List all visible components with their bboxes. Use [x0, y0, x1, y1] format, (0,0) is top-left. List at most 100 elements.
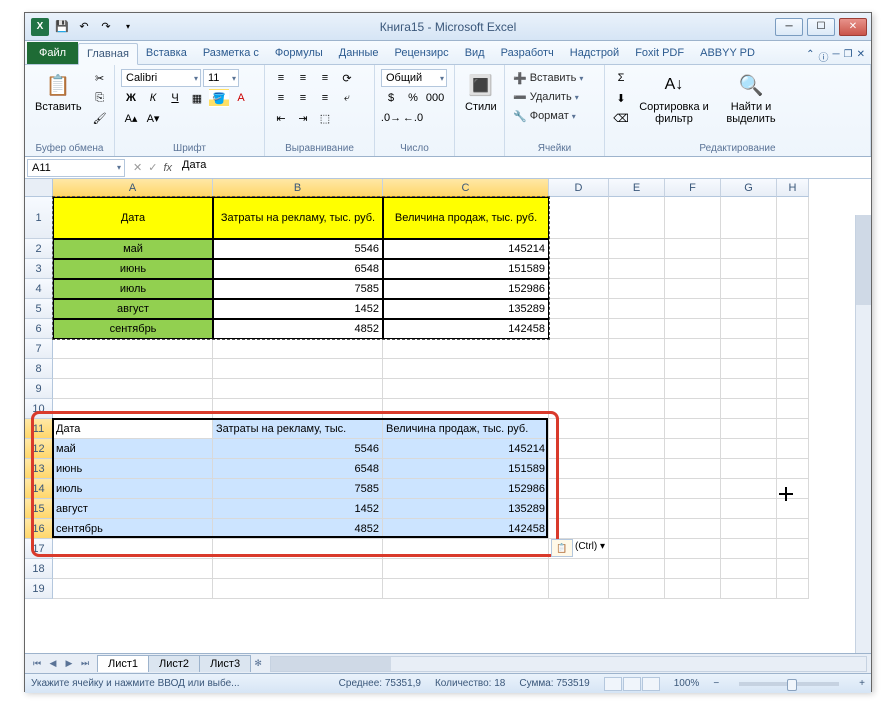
mdi-minimize-icon[interactable]: ─	[833, 49, 840, 64]
cell-G16[interactable]	[721, 519, 777, 539]
cell-B19[interactable]	[213, 579, 383, 599]
cell-E15[interactable]	[609, 499, 665, 519]
cell-B13[interactable]: 6548	[213, 459, 383, 479]
sort-filter-button[interactable]: A↓ Сортировка и фильтр	[635, 69, 713, 127]
tab-abbyy[interactable]: ABBYY PD	[692, 42, 763, 64]
cell-A3[interactable]: июнь	[53, 259, 213, 279]
cell-A6[interactable]: сентябрь	[53, 319, 213, 339]
col-header-D[interactable]: D	[549, 179, 609, 197]
cell-A1[interactable]: Дата	[53, 197, 213, 239]
fill-color-button[interactable]: 🪣	[209, 89, 229, 107]
find-select-button[interactable]: 🔍 Найти и выделить	[717, 69, 785, 127]
cell-H17[interactable]	[777, 539, 809, 559]
cell-A15[interactable]: август	[53, 499, 213, 519]
cell-H8[interactable]	[777, 359, 809, 379]
cell-C10[interactable]	[383, 399, 549, 419]
cell-H4[interactable]	[777, 279, 809, 299]
formula-input[interactable]: Дата	[178, 159, 871, 177]
cell-G1[interactable]	[721, 197, 777, 239]
grow-font-icon[interactable]: A▴	[121, 109, 141, 127]
cell-D9[interactable]	[549, 379, 609, 399]
tab-addins[interactable]: Надстрой	[562, 42, 627, 64]
row-header-5[interactable]: 5	[25, 299, 53, 319]
mdi-restore-icon[interactable]: ❐	[844, 49, 853, 64]
row-header-7[interactable]: 7	[25, 339, 53, 359]
cell-D2[interactable]	[549, 239, 609, 259]
cell-H9[interactable]	[777, 379, 809, 399]
cell-F13[interactable]	[665, 459, 721, 479]
align-top-icon[interactable]: ≡	[271, 69, 291, 87]
cell-G10[interactable]	[721, 399, 777, 419]
orientation-icon[interactable]: ⟳	[337, 69, 357, 87]
sheet-tab-2[interactable]: Лист2	[148, 655, 200, 672]
cell-H13[interactable]	[777, 459, 809, 479]
font-name-combo[interactable]: Calibri	[121, 69, 201, 87]
cell-C18[interactable]	[383, 559, 549, 579]
cell-G17[interactable]	[721, 539, 777, 559]
cell-A16[interactable]: сентябрь	[53, 519, 213, 539]
cell-G13[interactable]	[721, 459, 777, 479]
cell-H10[interactable]	[777, 399, 809, 419]
tab-review[interactable]: Рецензирс	[387, 42, 457, 64]
currency-icon[interactable]: $	[381, 89, 401, 107]
file-tab[interactable]: Файл	[27, 42, 78, 64]
cell-C12[interactable]: 145214	[383, 439, 549, 459]
cell-B2[interactable]: 5546	[213, 239, 383, 259]
cell-E12[interactable]	[609, 439, 665, 459]
cell-E2[interactable]	[609, 239, 665, 259]
cell-D5[interactable]	[549, 299, 609, 319]
cell-G7[interactable]	[721, 339, 777, 359]
cell-B9[interactable]	[213, 379, 383, 399]
row-header-10[interactable]: 10	[25, 399, 53, 419]
cell-E17[interactable]	[609, 539, 665, 559]
cell-B18[interactable]	[213, 559, 383, 579]
paste-options-label[interactable]: (Ctrl) ▾	[575, 541, 605, 552]
cell-C5[interactable]: 135289	[383, 299, 549, 319]
tab-foxit[interactable]: Foxit PDF	[627, 42, 692, 64]
cell-A19[interactable]	[53, 579, 213, 599]
copy-icon[interactable]: ⎘	[90, 89, 110, 107]
qat-customize-icon[interactable]: ▾	[119, 18, 137, 36]
tab-data[interactable]: Данные	[331, 42, 387, 64]
cell-F1[interactable]	[665, 197, 721, 239]
cell-H2[interactable]	[777, 239, 809, 259]
row-header-13[interactable]: 13	[25, 459, 53, 479]
cell-G19[interactable]	[721, 579, 777, 599]
tab-nav-next-icon[interactable]: ▶	[61, 656, 77, 672]
autosum-icon[interactable]: Σ	[611, 69, 631, 87]
cell-C19[interactable]	[383, 579, 549, 599]
cell-H18[interactable]	[777, 559, 809, 579]
cell-G15[interactable]	[721, 499, 777, 519]
decrease-decimal-icon[interactable]: ←.0	[403, 109, 423, 127]
cancel-formula-icon[interactable]: ✕	[133, 161, 142, 174]
minimize-button[interactable]: ─	[775, 18, 803, 36]
cell-A13[interactable]: июнь	[53, 459, 213, 479]
cell-B6[interactable]: 4852	[213, 319, 383, 339]
vertical-scrollbar[interactable]	[855, 215, 871, 653]
cell-F3[interactable]	[665, 259, 721, 279]
new-sheet-icon[interactable]: ✻	[250, 656, 266, 672]
row-header-16[interactable]: 16	[25, 519, 53, 539]
paste-button[interactable]: 📋 Вставить	[31, 69, 86, 115]
cell-G5[interactable]	[721, 299, 777, 319]
cell-G9[interactable]	[721, 379, 777, 399]
row-header-4[interactable]: 4	[25, 279, 53, 299]
col-header-A[interactable]: A	[53, 179, 213, 197]
cell-F6[interactable]	[665, 319, 721, 339]
cell-A2[interactable]: май	[53, 239, 213, 259]
percent-icon[interactable]: %	[403, 89, 423, 107]
cell-H14[interactable]	[777, 479, 809, 499]
minimize-ribbon-icon[interactable]: ⌃	[806, 49, 814, 64]
row-header-2[interactable]: 2	[25, 239, 53, 259]
cell-C6[interactable]: 142458	[383, 319, 549, 339]
cell-D16[interactable]	[549, 519, 609, 539]
cell-H12[interactable]	[777, 439, 809, 459]
cell-D14[interactable]	[549, 479, 609, 499]
cell-D1[interactable]	[549, 197, 609, 239]
align-left-icon[interactable]: ≡	[271, 89, 291, 107]
close-button[interactable]: ✕	[839, 18, 867, 36]
tab-nav-first-icon[interactable]: ⏮	[29, 656, 45, 672]
cell-B14[interactable]: 7585	[213, 479, 383, 499]
view-break-icon[interactable]	[642, 677, 660, 691]
cell-F8[interactable]	[665, 359, 721, 379]
